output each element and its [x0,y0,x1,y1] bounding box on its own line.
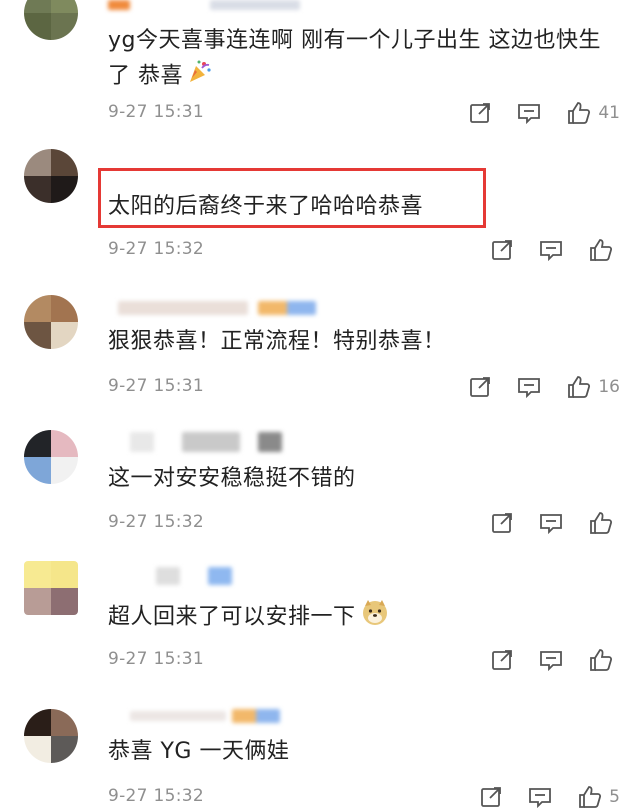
like-icon [579,786,602,808]
comment-icon [518,378,541,399]
username[interactable] [130,432,154,452]
comment-time: 9-27 15:31 [108,376,204,396]
comment-text: 超人回来了可以安排一下 [108,597,618,638]
share-button[interactable] [490,238,514,262]
avatar[interactable] [24,295,78,349]
share-icon [470,377,491,397]
like-button[interactable] [588,237,620,263]
share-icon [492,513,512,533]
like-button[interactable]: 41 [566,100,620,126]
user-badge [210,0,300,10]
comment-time: 9-27 15:32 [108,239,204,259]
share-icon [492,650,512,670]
like-count: 5 [609,787,620,807]
share-icon [470,103,491,123]
reply-button[interactable] [516,101,542,125]
reply-button[interactable] [538,238,564,262]
comment-text: 恭喜 YG 一天俩娃 [108,739,290,764]
avatar[interactable] [24,430,78,484]
comment-actions [466,508,620,538]
like-icon [568,376,591,398]
doge-emoji [360,597,390,638]
comment-icon [518,104,541,125]
comment-text: yg今天喜事连连啊 刚有一个儿子出生 这边也快生了 恭喜 [108,24,618,95]
username[interactable] [118,301,248,315]
comment-actions [466,235,620,265]
reply-button[interactable] [538,511,564,535]
like-icon [568,102,591,124]
comment-text: 狠狠恭喜！正常流程！特别恭喜！ [108,329,446,354]
comment-time: 9-27 15:32 [108,512,204,532]
reply-button[interactable] [538,648,564,672]
share-button[interactable] [490,648,514,672]
reply-button[interactable] [516,375,542,399]
share-icon [481,787,502,807]
like-icon [590,239,613,261]
comment-actions [466,645,620,675]
avatar[interactable] [24,0,78,40]
comment-icon [529,788,552,809]
username-extra [182,432,240,452]
party-popper-emoji [187,58,213,95]
like-button[interactable]: 5 [577,784,620,810]
comment-actions: 16 [444,372,620,402]
like-count: 16 [598,377,620,397]
comment-icon [540,514,562,535]
avatar[interactable] [24,149,78,203]
comment-time: 9-27 15:32 [108,786,204,806]
like-count: 41 [598,103,620,123]
avatar[interactable] [24,709,78,763]
comment-actions: 41 [444,98,620,128]
user-badge [258,432,282,452]
share-button[interactable] [479,785,503,809]
comment-text: 这一对安安稳稳挺不错的 [108,466,356,491]
username[interactable] [156,567,180,585]
username[interactable] [130,711,226,721]
comment-icon [540,241,562,262]
user-badge [232,709,280,723]
comment-time: 9-27 15:31 [108,649,204,669]
username[interactable] [108,0,130,10]
like-icon [590,512,613,534]
like-icon [590,649,613,671]
like-button[interactable] [588,510,620,536]
reply-button[interactable] [527,785,553,809]
user-badge [258,301,316,315]
comment-time: 9-27 15:31 [108,102,204,122]
highlight-box [98,168,486,228]
share-button[interactable] [490,511,514,535]
avatar[interactable] [24,561,78,615]
share-icon [492,240,512,260]
share-button[interactable] [468,375,492,399]
like-button[interactable]: 16 [566,374,620,400]
user-badge [208,567,232,585]
share-button[interactable] [468,101,492,125]
comment-actions: 5 [455,782,620,812]
comment-icon [540,651,562,672]
like-button[interactable] [588,647,620,673]
